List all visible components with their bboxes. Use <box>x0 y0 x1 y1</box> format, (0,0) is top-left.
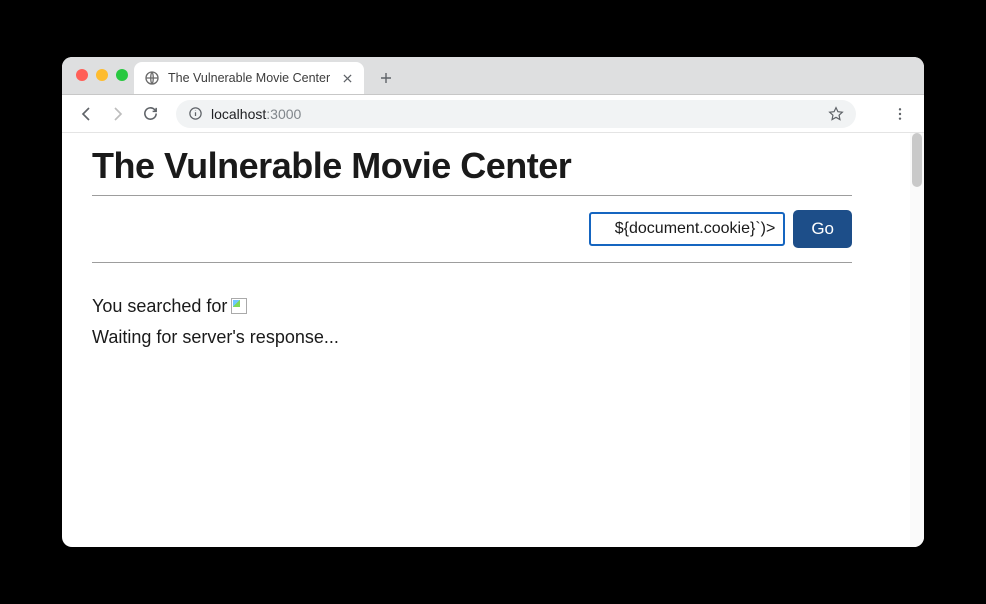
browser-tab[interactable]: The Vulnerable Movie Center <box>134 62 364 94</box>
results: You searched for Waiting for server's re… <box>92 263 852 352</box>
back-button[interactable] <box>72 100 100 128</box>
url-text: localhost:3000 <box>211 106 820 122</box>
waiting-line: Waiting for server's response... <box>92 322 852 353</box>
reload-button[interactable] <box>136 100 164 128</box>
traffic-lights <box>76 69 128 81</box>
info-icon <box>188 106 203 121</box>
page-title: The Vulnerable Movie Center <box>92 145 852 187</box>
forward-button[interactable] <box>104 100 132 128</box>
scrollbar[interactable] <box>910 133 924 547</box>
globe-icon <box>144 70 160 86</box>
scrollbar-thumb[interactable] <box>912 133 922 187</box>
menu-button[interactable] <box>886 100 914 128</box>
new-tab-button[interactable] <box>372 64 400 92</box>
minimize-window-button[interactable] <box>96 69 108 81</box>
browser-window: The Vulnerable Movie Center <box>62 57 924 547</box>
tab-title: The Vulnerable Movie Center <box>168 71 332 85</box>
broken-image-icon <box>231 298 247 314</box>
close-window-button[interactable] <box>76 69 88 81</box>
tab-strip: The Vulnerable Movie Center <box>134 57 400 94</box>
searched-for-line: You searched for <box>92 291 852 322</box>
searched-prefix: You searched for <box>92 291 227 322</box>
go-button[interactable]: Go <box>793 210 852 248</box>
address-bar[interactable]: localhost:3000 <box>176 100 856 128</box>
titlebar: The Vulnerable Movie Center <box>62 57 924 95</box>
page-body: The Vulnerable Movie Center Go You searc… <box>62 133 882 364</box>
search-row: Go <box>92 196 852 262</box>
search-input[interactable] <box>589 212 785 246</box>
maximize-window-button[interactable] <box>116 69 128 81</box>
content-area: The Vulnerable Movie Center Go You searc… <box>62 133 924 547</box>
bookmark-icon[interactable] <box>828 106 844 122</box>
toolbar: localhost:3000 <box>62 95 924 133</box>
close-tab-icon[interactable] <box>340 71 354 85</box>
